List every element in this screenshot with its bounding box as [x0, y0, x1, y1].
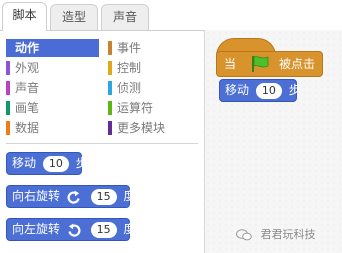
category-pen[interactable]: 画笔: [6, 99, 99, 117]
category-color-bar: [108, 101, 112, 115]
category-color-bar: [6, 101, 10, 115]
hat-suffix: 被点击: [279, 57, 316, 71]
degrees-input[interactable]: 15: [90, 188, 117, 205]
category-label: 数据: [15, 121, 40, 135]
category-color-bar: [6, 39, 10, 57]
when-flag-clicked-block[interactable]: 当 被点击: [216, 51, 323, 77]
category-color-bar: [108, 61, 112, 75]
block-palette: 动作 外观 声音 画笔 数据 事件 控制 侦测 运算符 更多模块 移动 10 步…: [0, 30, 205, 253]
tab-sounds[interactable]: 声音: [101, 4, 149, 30]
category-color-bar: [6, 81, 10, 95]
category-color-bar: [108, 41, 112, 55]
script-move-steps-block[interactable]: 移动 10 步: [219, 79, 301, 102]
category-label: 事件: [117, 41, 142, 55]
category-label: 声音: [15, 81, 40, 95]
degrees-input[interactable]: 15: [90, 221, 117, 238]
wechat-icon: [236, 229, 252, 241]
block-label: 移动: [12, 156, 37, 170]
category-events[interactable]: 事件: [108, 39, 200, 57]
category-sensing[interactable]: 侦测: [108, 79, 200, 97]
block-label: 移动: [225, 83, 250, 97]
category-data[interactable]: 数据: [6, 119, 99, 137]
category-label: 控制: [117, 61, 142, 75]
watermark-text: 君君玩科技: [260, 228, 316, 241]
category-label: 侦测: [117, 81, 142, 95]
tab-scripts[interactable]: 脚本: [2, 2, 47, 31]
tab-costumes[interactable]: 造型: [50, 4, 98, 30]
category-label: 更多模块: [117, 121, 166, 135]
category-color-bar: [6, 61, 10, 75]
category-color-bar: [6, 121, 10, 135]
steps-input[interactable]: 10: [255, 82, 282, 99]
category-sound[interactable]: 声音: [6, 79, 99, 97]
category-label: 动作: [15, 41, 40, 55]
block-unit: 步: [288, 83, 301, 97]
tab-bar: 脚本 造型 声音: [0, 0, 205, 31]
green-flag-icon: [252, 56, 269, 72]
category-looks[interactable]: 外观: [6, 59, 99, 77]
steps-input[interactable]: 10: [42, 155, 69, 172]
rotate-clockwise-icon: [67, 190, 80, 204]
block-unit: 度: [123, 189, 136, 203]
category-label: 外观: [15, 61, 40, 75]
category-color-bar: [108, 121, 112, 135]
block-label: 向左旋转: [12, 222, 61, 236]
category-label: 画笔: [15, 101, 40, 115]
hat-prefix: 当: [224, 57, 237, 71]
category-operators[interactable]: 运算符: [108, 99, 200, 117]
move-steps-block[interactable]: 移动 10 步: [6, 152, 88, 175]
category-color-bar: [108, 81, 112, 95]
palette-divider: [6, 143, 198, 144]
category-more-blocks[interactable]: 更多模块: [108, 119, 200, 137]
block-label: 向右旋转: [12, 189, 61, 203]
category-label: 运算符: [117, 101, 154, 115]
watermark: 君君玩科技: [236, 226, 316, 244]
turn-right-block[interactable]: 向右旋转 15 度: [6, 185, 136, 208]
block-unit: 度: [123, 222, 136, 236]
category-motion[interactable]: 动作: [6, 39, 99, 57]
category-control[interactable]: 控制: [108, 59, 200, 77]
block-unit: 步: [75, 156, 88, 170]
rotate-counterclockwise-icon: [68, 223, 81, 237]
turn-left-block[interactable]: 向左旋转 15 度: [6, 218, 136, 241]
